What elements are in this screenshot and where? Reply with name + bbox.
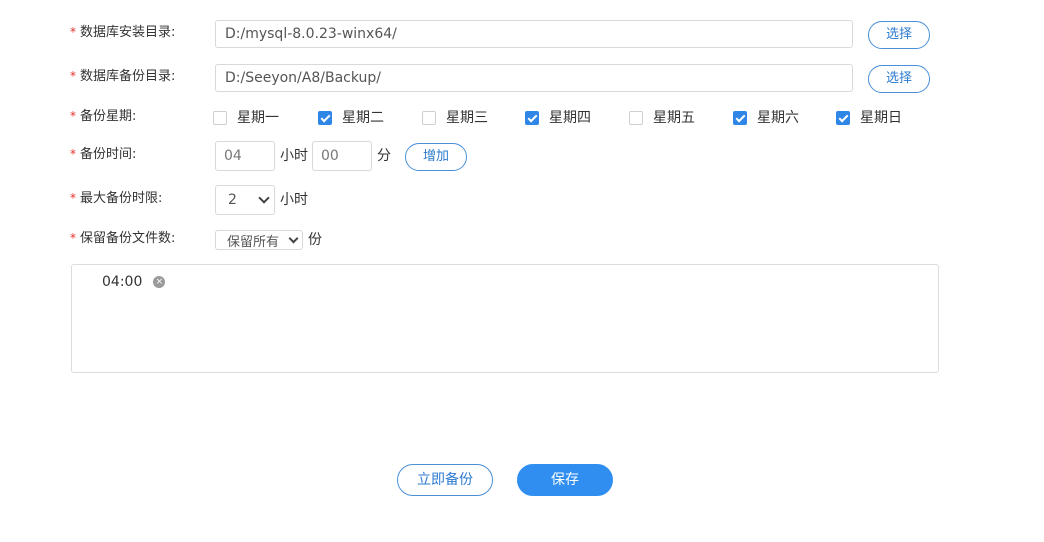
required-mark: *	[70, 69, 76, 83]
weekday-checkbox-sat[interactable]: 星期六	[733, 107, 799, 129]
keep-files-value: 保留所有	[227, 234, 280, 250]
checkbox-icon[interactable]	[733, 111, 747, 125]
keep-files-label: * 保留备份文件数:	[70, 231, 176, 246]
checkbox-icon[interactable]	[525, 111, 539, 125]
weekday-checkbox-sun[interactable]: 星期日	[836, 107, 902, 129]
backup-now-button[interactable]: 立即备份	[397, 464, 493, 496]
max-duration-unit: 小时	[280, 192, 308, 208]
weekday-label: 星期三	[446, 110, 488, 126]
close-icon[interactable]: ×	[153, 276, 166, 288]
select-install-dir-button[interactable]: 选择	[868, 21, 930, 49]
weekday-checkbox-wed[interactable]: 星期三	[422, 107, 488, 129]
checkbox-icon[interactable]	[629, 111, 643, 125]
weekday-checkbox-fri[interactable]: 星期五	[629, 107, 695, 129]
keep-files-unit: 份	[308, 232, 322, 248]
install-dir-label: * 数据库安装目录:	[70, 25, 176, 40]
minute-input[interactable]: 00	[312, 141, 372, 171]
weekday-checkbox-tue[interactable]: 星期二	[318, 107, 384, 129]
chevron-down-icon	[288, 233, 299, 243]
backup-dir-label: * 数据库备份目录:	[70, 69, 176, 84]
backup-time-list: 04:00 ×	[71, 264, 939, 373]
required-mark: *	[70, 109, 76, 123]
hour-input[interactable]: 04	[215, 141, 275, 171]
weekday-label: 星期六	[757, 110, 799, 126]
select-backup-dir-button[interactable]: 选择	[868, 65, 930, 93]
time-tag: 04:00 ×	[102, 273, 166, 291]
weekday-checkbox-thu[interactable]: 星期四	[525, 107, 591, 129]
add-time-button[interactable]: 增加	[405, 143, 467, 171]
weekdays-label: * 备份星期:	[70, 109, 137, 124]
required-mark: *	[70, 147, 76, 161]
weekday-checkbox-mon[interactable]: 星期一	[213, 107, 279, 129]
checkbox-icon[interactable]	[213, 111, 227, 125]
max-duration-value: 2	[228, 192, 237, 208]
weekday-label: 星期四	[549, 110, 591, 126]
keep-files-select[interactable]: 保留所有	[215, 230, 303, 250]
required-mark: *	[70, 25, 76, 39]
checkbox-icon[interactable]	[422, 111, 436, 125]
hour-unit: 小时	[280, 148, 308, 164]
backup-time-label: * 备份时间:	[70, 147, 137, 162]
weekday-label: 星期日	[860, 110, 902, 126]
install-dir-input[interactable]: D:/mysql-8.0.23-winx64/	[215, 20, 853, 48]
save-button[interactable]: 保存	[517, 464, 613, 496]
checkbox-icon[interactable]	[318, 111, 332, 125]
chevron-down-icon	[258, 192, 270, 204]
required-mark: *	[70, 191, 76, 205]
weekday-label: 星期一	[237, 110, 279, 126]
max-duration-label: * 最大备份时限:	[70, 191, 163, 206]
checkbox-icon[interactable]	[836, 111, 850, 125]
max-duration-select[interactable]: 2	[215, 185, 275, 215]
backup-dir-input[interactable]: D:/Seeyon/A8/Backup/	[215, 64, 853, 92]
time-tag-label: 04:00	[102, 274, 143, 290]
minute-unit: 分	[377, 148, 391, 164]
required-mark: *	[70, 231, 76, 245]
weekday-label: 星期五	[653, 110, 695, 126]
weekday-label: 星期二	[342, 110, 384, 126]
